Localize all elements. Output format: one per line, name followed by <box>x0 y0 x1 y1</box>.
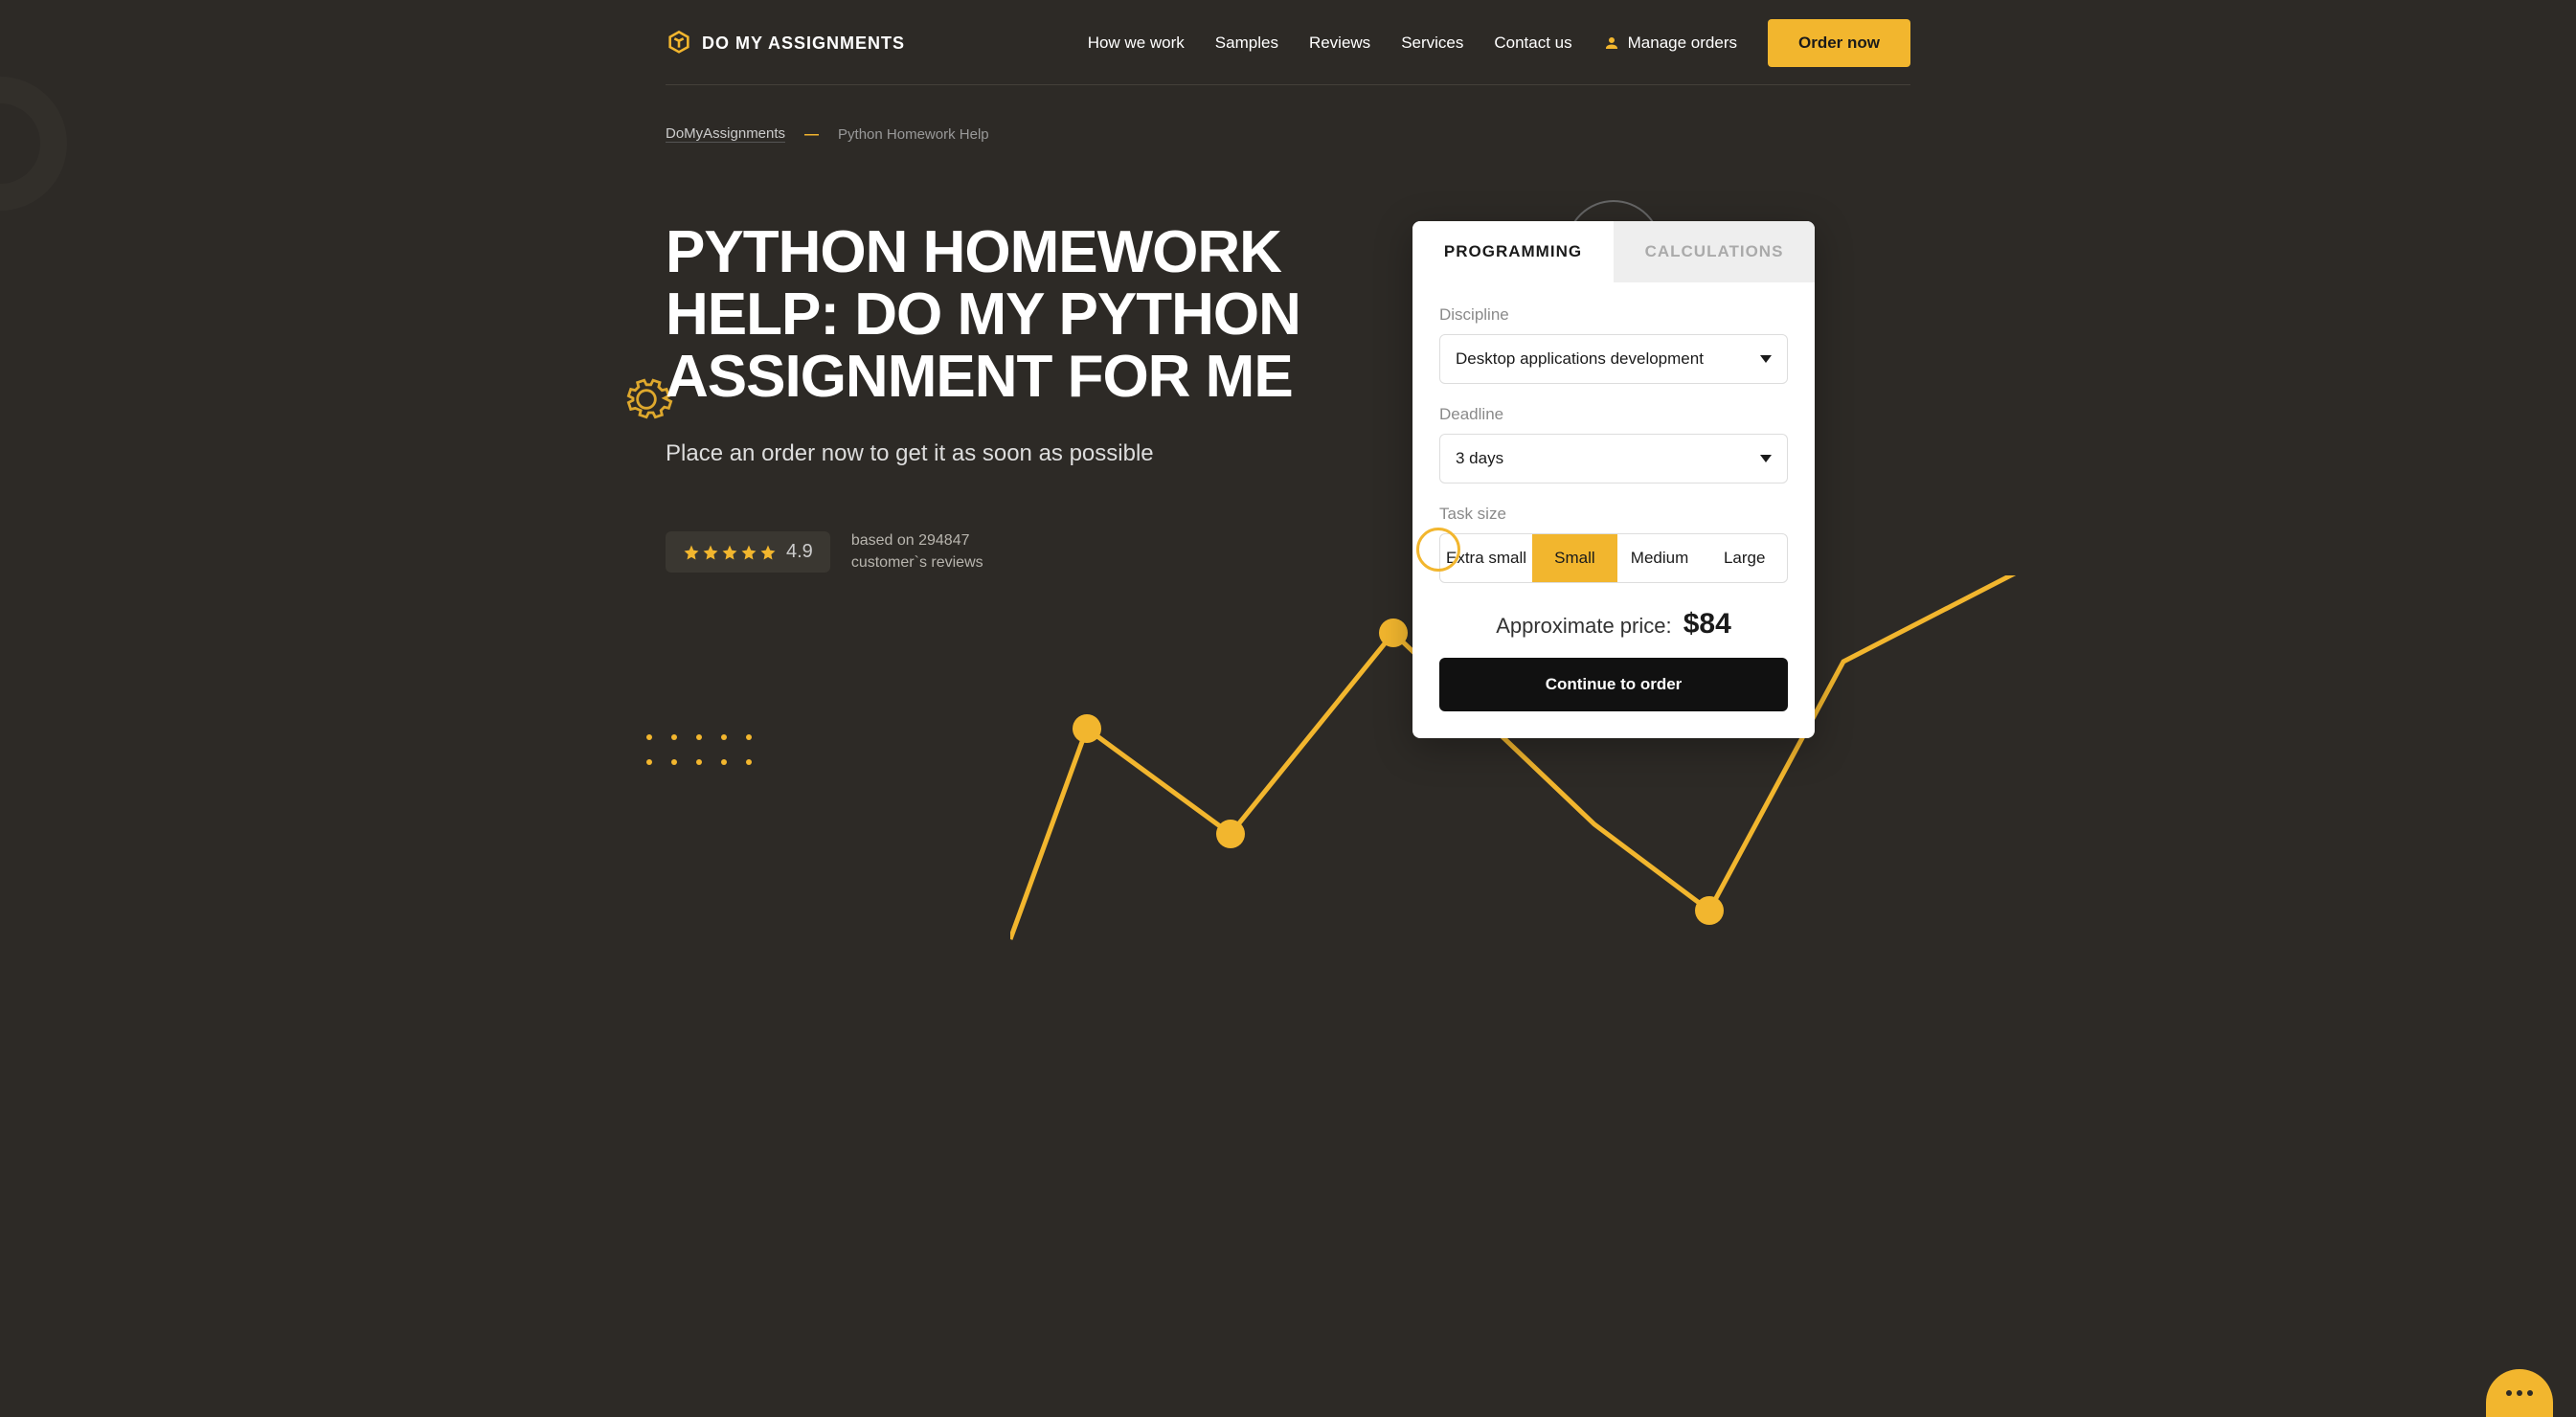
decorative-dots <box>646 734 752 765</box>
hero-section: PYTHON HOMEWORK HELP: DO MY PYTHON ASSIG… <box>666 164 1910 776</box>
order-calculator-card: PROGRAMMING CALCULATIONS Discipline Desk… <box>1412 221 1815 738</box>
tab-calculations[interactable]: CALCULATIONS <box>1614 221 1815 282</box>
order-now-button[interactable]: Order now <box>1768 19 1910 67</box>
task-size-label: Task size <box>1439 505 1788 524</box>
manage-orders-label: Manage orders <box>1628 34 1737 53</box>
breadcrumb-current: Python Homework Help <box>838 126 989 143</box>
size-small[interactable]: Small <box>1532 534 1617 582</box>
breadcrumb-home[interactable]: DoMyAssignments <box>666 125 785 143</box>
rating-row: 4.9 based on 294847 customer`s reviews <box>666 530 1355 574</box>
task-size-group: Extra small Small Medium Large <box>1439 533 1788 583</box>
nav-services[interactable]: Services <box>1401 34 1463 53</box>
logo[interactable]: DO MY ASSIGNMENTS <box>666 30 905 56</box>
rating-badge: 4.9 <box>666 531 830 573</box>
star-icon <box>683 544 700 561</box>
discipline-value: Desktop applications development <box>1456 349 1704 369</box>
deadline-select[interactable]: 3 days <box>1439 434 1788 484</box>
rating-text: based on 294847 customer`s reviews <box>851 530 983 574</box>
deadline-label: Deadline <box>1439 405 1788 424</box>
continue-to-order-button[interactable]: Continue to order <box>1439 658 1788 711</box>
caret-down-icon <box>1760 355 1772 363</box>
page-title: PYTHON HOMEWORK HELP: DO MY PYTHON ASSIG… <box>666 221 1355 408</box>
calculator-tabs: PROGRAMMING CALCULATIONS <box>1412 221 1815 282</box>
breadcrumb: DoMyAssignments — Python Homework Help <box>666 104 1910 164</box>
tab-programming[interactable]: PROGRAMMING <box>1412 221 1614 282</box>
rating-line2: customer`s reviews <box>851 552 983 574</box>
rating-line1: based on 294847 <box>851 530 983 551</box>
rating-score: 4.9 <box>786 541 813 563</box>
star-icon <box>759 544 777 561</box>
discipline-select[interactable]: Desktop applications development <box>1439 334 1788 384</box>
chat-dots-icon <box>2506 1390 2533 1396</box>
logo-icon <box>666 30 692 56</box>
rating-stars <box>683 544 777 561</box>
size-medium[interactable]: Medium <box>1617 534 1703 582</box>
decorative-circle-yellow <box>1416 528 1460 572</box>
star-icon <box>721 544 738 561</box>
size-large[interactable]: Large <box>1702 534 1787 582</box>
nav-samples[interactable]: Samples <box>1215 34 1278 53</box>
user-icon <box>1603 34 1620 52</box>
price-value: $84 <box>1683 608 1731 640</box>
manage-orders-link[interactable]: Manage orders <box>1603 34 1737 53</box>
star-icon <box>740 544 757 561</box>
price-row: Approximate price: $84 <box>1439 608 1788 641</box>
nav-reviews[interactable]: Reviews <box>1309 34 1370 53</box>
page-subtitle: Place an order now to get it as soon as … <box>666 440 1355 467</box>
discipline-label: Discipline <box>1439 305 1788 325</box>
nav-contact[interactable]: Contact us <box>1494 34 1571 53</box>
breadcrumb-separator: — <box>804 126 819 143</box>
logo-text: DO MY ASSIGNMENTS <box>702 34 905 54</box>
main-nav: How we work Samples Reviews Services Con… <box>1088 19 1910 67</box>
nav-how-we-work[interactable]: How we work <box>1088 34 1185 53</box>
price-label: Approximate price: <box>1496 614 1671 638</box>
header-divider <box>666 84 1910 85</box>
chat-widget-button[interactable] <box>2486 1369 2553 1417</box>
star-icon <box>702 544 719 561</box>
site-header: DO MY ASSIGNMENTS How we work Samples Re… <box>0 0 2576 104</box>
deadline-value: 3 days <box>1456 449 1503 468</box>
caret-down-icon <box>1760 455 1772 462</box>
